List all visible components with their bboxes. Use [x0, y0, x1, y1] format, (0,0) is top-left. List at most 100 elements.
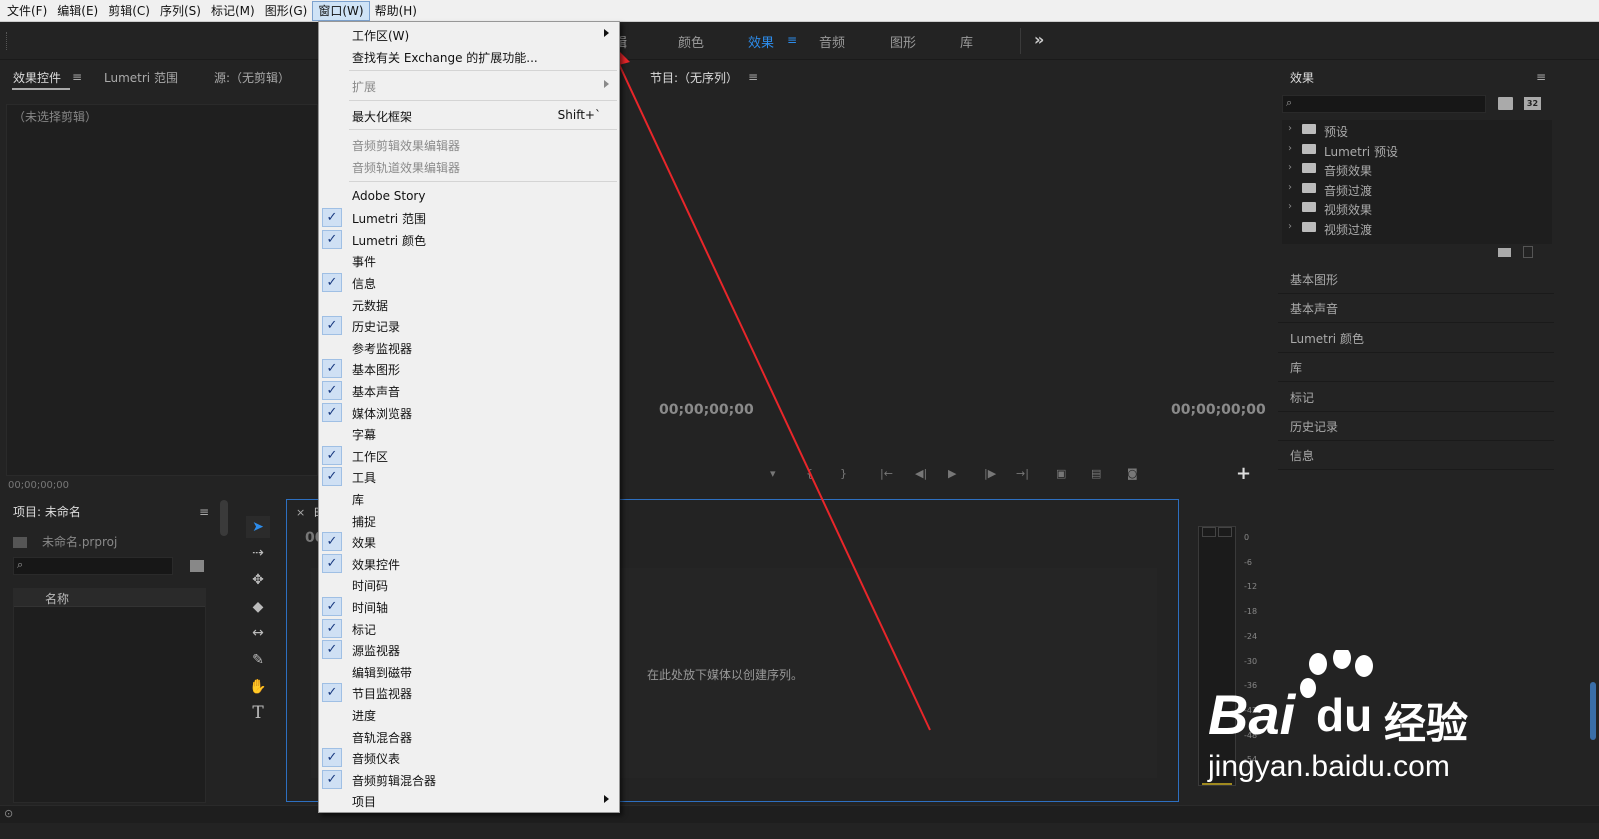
- window-menu-item[interactable]: 音频轨道效果编辑器: [319, 156, 619, 177]
- watermark-brand: Bai: [1208, 683, 1296, 746]
- menu-item-label: Adobe Story: [352, 188, 426, 203]
- watermark-cn: 经验: [1384, 699, 1469, 748]
- window-menu-item[interactable]: ✓ 时间轴: [319, 596, 619, 617]
- window-menu-item[interactable]: ✓ 基本声音: [319, 380, 619, 401]
- window-menu-item[interactable]: ✓ 源监视器: [319, 639, 619, 660]
- submenu-arrow-icon: [604, 80, 609, 89]
- window-menu-item[interactable]: ✓ 工具: [319, 466, 619, 487]
- window-menu-item[interactable]: ✓ 工作区: [319, 445, 619, 466]
- window-menu-item[interactable]: 工作区(W): [319, 24, 619, 45]
- watermark-brand2: du: [1316, 689, 1373, 741]
- window-menu-item[interactable]: 音轨混合器: [319, 726, 619, 747]
- menu-item-label: 标记: [352, 622, 377, 637]
- checkmark-icon: ✓: [322, 769, 342, 789]
- menu-separator: [349, 99, 617, 101]
- window-menu-item[interactable]: Adobe Story: [319, 186, 619, 207]
- menu-item-label: 编辑到磁带: [352, 665, 413, 680]
- menu-item-label: 工具: [352, 471, 377, 486]
- menu-item-label: 捕捉: [352, 514, 377, 529]
- checkmark-icon: ✓: [322, 597, 342, 616]
- window-menu-item[interactable]: 参考监视器: [319, 337, 619, 358]
- window-menu-item[interactable]: 捕捉: [319, 510, 619, 531]
- menu-item-label: 时间码: [352, 579, 389, 594]
- menu-item-label: 事件: [352, 255, 377, 270]
- window-menu-item[interactable]: ✓ 信息: [319, 272, 619, 293]
- window-menu-item[interactable]: ✓ 效果: [319, 531, 619, 552]
- window-menu-item[interactable]: 库: [319, 488, 619, 509]
- menu-item-label: 工作区: [352, 449, 389, 464]
- menu-item-label: 音频仪表: [352, 752, 401, 767]
- window-menu-item[interactable]: 事件: [319, 250, 619, 271]
- window-menu-item[interactable]: ✓ 音频仪表: [319, 747, 619, 768]
- window-menu-item[interactable]: 时间码: [319, 574, 619, 595]
- checkmark-icon: ✓: [322, 748, 342, 768]
- checkmark-icon: ✓: [322, 683, 342, 703]
- checkmark-icon: ✓: [322, 532, 342, 552]
- window-menu-item[interactable]: ✓ 音频剪辑混合器: [319, 769, 619, 790]
- window-menu-item[interactable]: 最大化框架 Shift+`: [319, 105, 619, 126]
- window-menu-item[interactable]: 进度: [319, 704, 619, 725]
- window-menu-item[interactable]: 查找有关 Exchange 的扩展功能...: [319, 46, 619, 67]
- window-menu-item[interactable]: 元数据: [319, 294, 619, 315]
- menu-separator: [349, 180, 617, 182]
- menu-item-label: 音频轨道效果编辑器: [352, 161, 461, 175]
- baidu-watermark: Bai du 经验 jingyan.baidu.com: [1208, 650, 1508, 790]
- submenu-arrow-icon: [604, 29, 609, 37]
- menu-item-label: 最大化框架: [352, 109, 413, 124]
- menu-item-label: 工作区(W): [352, 29, 410, 43]
- menu-item-label: 项目: [352, 795, 377, 810]
- checkmark-icon: ✓: [322, 640, 342, 660]
- menu-item-label: 基本声音: [352, 385, 401, 399]
- checkmark-icon: ✓: [322, 359, 342, 379]
- checkmark-icon: ✓: [322, 381, 342, 400]
- menu-item-label: 参考监视器: [352, 341, 413, 356]
- window-menu-item[interactable]: ✓ 效果控件: [319, 553, 619, 574]
- menu-item-label: 信息: [352, 277, 377, 291]
- window-menu-item[interactable]: ✓ 标记: [319, 618, 619, 639]
- annotation-arrow-line: [617, 61, 931, 731]
- checkmark-icon: ✓: [322, 273, 342, 292]
- menu-item-label: 源监视器: [352, 644, 401, 659]
- checkmark-icon: ✓: [322, 208, 342, 228]
- window-menu-item[interactable]: 字幕: [319, 423, 619, 444]
- window-menu-item[interactable]: ✓ 媒体浏览器: [319, 402, 619, 423]
- menu-separator: [349, 70, 617, 72]
- menu-item-label: 历史记录: [352, 320, 401, 335]
- submenu-arrow-icon: [604, 795, 609, 804]
- menu-item-label: 进度: [352, 709, 377, 723]
- menu-item-shortcut: Shift+`: [557, 107, 601, 122]
- menu-item-label: 时间轴: [352, 601, 389, 615]
- menu-item-label: 音轨混合器: [352, 730, 413, 745]
- menu-item-label: 字幕: [352, 428, 377, 443]
- menu-item-label: 效果控件: [352, 557, 401, 572]
- window-menu-item[interactable]: ✓ 节目监视器: [319, 682, 619, 703]
- window-menu-item[interactable]: ✓ Lumetri 颜色: [319, 229, 619, 250]
- window-menu-item[interactable]: ✓ Lumetri 范围: [319, 207, 619, 228]
- menu-item-label: 基本图形: [352, 363, 401, 378]
- menu-item-label: 扩展: [352, 80, 377, 95]
- checkmark-icon: ✓: [322, 467, 342, 487]
- menu-item-label: 音频剪辑混合器: [352, 773, 437, 788]
- menu-item-label: 元数据: [352, 298, 389, 313]
- menu-item-label: 效果: [352, 536, 377, 551]
- checkmark-icon: ✓: [322, 618, 342, 638]
- window-menu-item[interactable]: 音频剪辑效果编辑器: [319, 134, 619, 155]
- menu-item-label: Lumetri 范围: [352, 212, 426, 227]
- window-menu-item[interactable]: 编辑到磁带: [319, 661, 619, 682]
- window-menu-item[interactable]: ✓ 基本图形: [319, 358, 619, 379]
- window-menu-dropdown: 工作区(W) 查找有关 Exchange 的扩展功能... 扩展最大化框架 Shift…: [318, 21, 620, 813]
- menu-item-label: 节目监视器: [352, 687, 413, 702]
- checkmark-icon: ✓: [322, 316, 342, 336]
- window-menu-item[interactable]: 项目: [319, 790, 619, 811]
- menu-item-label: 音频剪辑效果编辑器: [352, 139, 461, 154]
- checkmark-icon: ✓: [322, 402, 342, 422]
- window-menu-item[interactable]: ✓ 历史记录: [319, 315, 619, 336]
- menu-item-label: 库: [352, 493, 365, 507]
- checkmark-icon: ✓: [322, 445, 342, 465]
- menu-item-label: Lumetri 颜色: [352, 233, 426, 248]
- menu-separator: [349, 129, 617, 131]
- checkmark-icon: ✓: [322, 229, 342, 249]
- checkmark-icon: ✓: [322, 553, 342, 573]
- menu-item-label: 媒体浏览器: [352, 406, 413, 421]
- window-menu-item[interactable]: 扩展: [319, 75, 619, 96]
